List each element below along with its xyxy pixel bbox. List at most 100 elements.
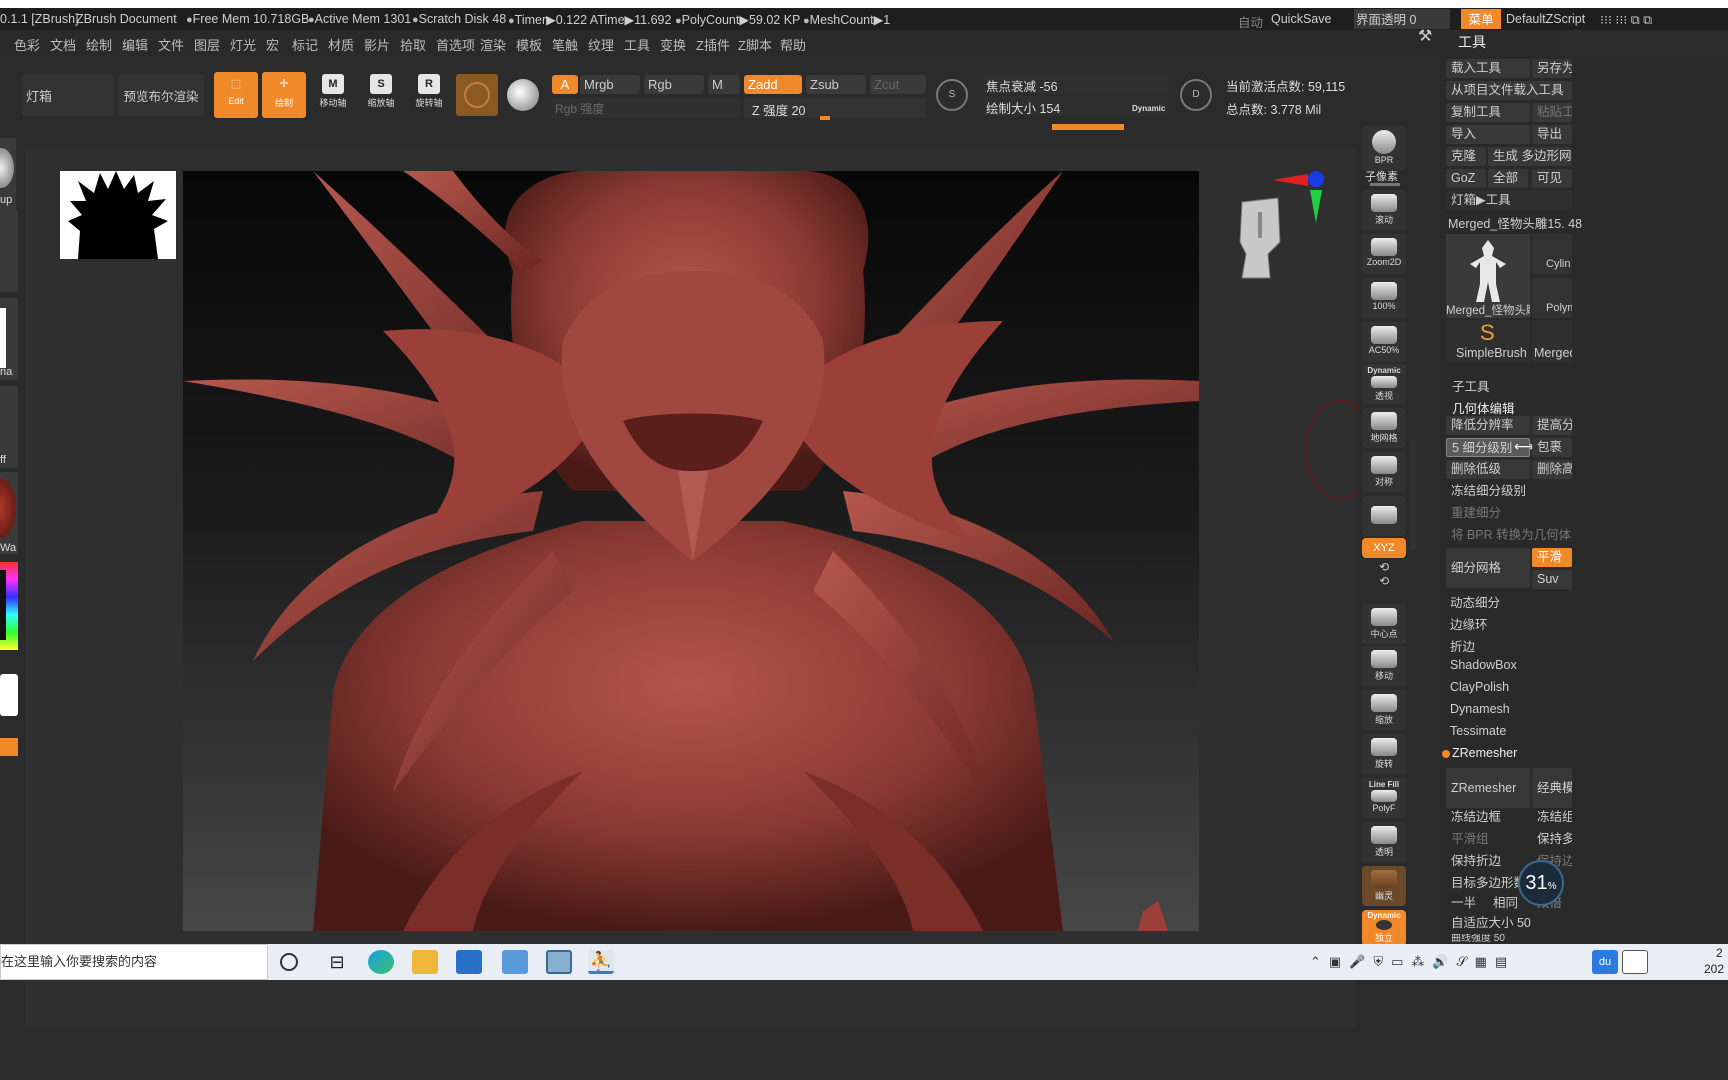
mail-icon[interactable] bbox=[456, 950, 482, 974]
tool-thumb-merged2[interactable]: Merged bbox=[1532, 320, 1572, 362]
zoom-view-button[interactable]: 缩放 bbox=[1362, 690, 1406, 730]
load-from-project-button[interactable]: 从项目文件载入工具 bbox=[1446, 81, 1572, 100]
delete-lower-button[interactable]: 删除低级 bbox=[1446, 460, 1530, 479]
freeze-groups-toggle[interactable]: 冻结组 bbox=[1532, 808, 1572, 827]
ime-icon[interactable] bbox=[1622, 950, 1648, 974]
mrgb-button[interactable]: Mrgb bbox=[580, 75, 640, 94]
menu-item[interactable]: 绘制 bbox=[86, 35, 112, 54]
a-button[interactable]: A bbox=[552, 75, 578, 94]
app-icon[interactable] bbox=[502, 950, 528, 974]
edit-button[interactable]: ⬚ Edit bbox=[214, 72, 258, 118]
quicksave-button[interactable]: QuickSave bbox=[1271, 12, 1331, 26]
delete-higher-button[interactable]: 删除高 bbox=[1532, 460, 1572, 479]
z-intensity-slider[interactable]: Z 强度 20 bbox=[744, 98, 926, 118]
menu-item[interactable]: 影片 bbox=[364, 35, 390, 54]
paste-tool-button[interactable]: 粘贴工具 bbox=[1532, 103, 1572, 122]
cage-button[interactable]: 包裹 bbox=[1532, 438, 1572, 457]
system-tray-icons[interactable]: ⌃▣🎤⛨▭⁂🔊𝒮▦▤ bbox=[1310, 954, 1515, 970]
freeze-subdivision-button[interactable]: 冻结细分级别 bbox=[1446, 482, 1572, 501]
brush-slot[interactable] bbox=[0, 138, 16, 220]
menu-item[interactable]: 编辑 bbox=[122, 35, 148, 54]
load-tool-button[interactable]: 载入工具 bbox=[1446, 59, 1530, 78]
copy-tool-button[interactable]: 复制工具 bbox=[1446, 103, 1530, 122]
preview-boolean-button[interactable]: 预览布尔渲染 bbox=[118, 74, 204, 116]
menu-item[interactable]: 材质 bbox=[328, 35, 354, 54]
file-explorer-icon[interactable] bbox=[412, 950, 438, 974]
make-polymesh-button[interactable]: 生成 多边形网格 bbox=[1488, 147, 1572, 166]
frame-button[interactable]: 中心点 bbox=[1362, 604, 1406, 644]
m-button[interactable]: M bbox=[708, 75, 740, 94]
geometry-header[interactable]: 几何体编辑 bbox=[1452, 398, 1515, 417]
tool-thumb-polymesh[interactable]: Polym bbox=[1532, 278, 1572, 318]
menu-item[interactable]: 标记 bbox=[292, 35, 318, 54]
goz-all-button[interactable]: 全部 bbox=[1488, 169, 1528, 188]
clone-button[interactable]: 克隆 bbox=[1446, 147, 1486, 166]
stroke-icon[interactable] bbox=[507, 79, 539, 111]
menu-item[interactable]: 文件 bbox=[158, 35, 184, 54]
task-view-icon[interactable]: ⊟ bbox=[324, 950, 350, 974]
menu-item[interactable]: 灯光 bbox=[230, 35, 256, 54]
rotate-button[interactable]: R 旋转轴 bbox=[406, 72, 452, 118]
main-color-swatch[interactable] bbox=[0, 674, 18, 716]
import-button[interactable]: 导入 bbox=[1446, 125, 1530, 144]
layout-icons[interactable]: ⁝⁝⁝ ⁝⁝⁝ ⧉ ⧉ bbox=[1600, 12, 1652, 28]
menu-item[interactable]: 首选项 bbox=[436, 35, 475, 54]
actual-size-button[interactable]: 100% bbox=[1362, 278, 1406, 318]
menu-item[interactable]: 变换 bbox=[660, 35, 686, 54]
rgb-button[interactable]: Rgb bbox=[644, 75, 704, 94]
menu-item[interactable]: 拾取 bbox=[400, 35, 426, 54]
smooth-toggle[interactable]: 平滑 bbox=[1532, 548, 1572, 567]
default-zscript[interactable]: DefaultZScript bbox=[1506, 12, 1585, 26]
keep-groups-toggle[interactable]: 保持多 bbox=[1532, 830, 1572, 849]
divide-button[interactable]: 细分网格 bbox=[1446, 548, 1530, 588]
tool-thumb-cylinder[interactable]: Cylin bbox=[1532, 234, 1572, 274]
menu-item[interactable]: 模板 bbox=[516, 35, 542, 54]
floor-grid-button[interactable]: 地网格 bbox=[1362, 408, 1406, 448]
zremesher-header[interactable]: ZRemesher bbox=[1452, 746, 1517, 760]
adaptive-size-slider[interactable]: 自适应大小 50 bbox=[1446, 914, 1572, 933]
photos-icon[interactable] bbox=[546, 950, 572, 974]
menu-item[interactable]: 工具 bbox=[624, 35, 650, 54]
goz-button[interactable]: GoZ bbox=[1446, 169, 1486, 188]
dynamic-subdiv-header[interactable]: 动态细分 bbox=[1450, 592, 1500, 611]
dynamic-toggle[interactable]: Dynamic bbox=[1132, 104, 1165, 113]
menu-item[interactable]: 宏 bbox=[266, 35, 279, 54]
taskbar-search-input[interactable]: 在这里输入你要搜索的内容 bbox=[0, 944, 268, 980]
zbrush-taskbar-icon[interactable]: ⛹ bbox=[588, 950, 614, 974]
lightbox-tool-button[interactable]: 灯箱▶工具 bbox=[1446, 191, 1572, 210]
tessimate-header[interactable]: Tessimate bbox=[1450, 724, 1506, 738]
switch-color-button[interactable] bbox=[0, 738, 18, 756]
save-as-button[interactable]: 另存为 bbox=[1532, 59, 1572, 78]
zremesher-button[interactable]: ZRemesher bbox=[1446, 768, 1530, 808]
menu-item[interactable]: 色彩 bbox=[14, 35, 40, 54]
keep-creases-toggle[interactable]: 保持折边 bbox=[1446, 852, 1530, 871]
menu-item[interactable]: 文档 bbox=[50, 35, 76, 54]
tool-thumb-simplebrush[interactable]: S SimpleBrush bbox=[1446, 320, 1530, 362]
material-swatch[interactable] bbox=[456, 74, 498, 116]
move-button[interactable]: M 移动轴 bbox=[310, 72, 356, 118]
suv-toggle[interactable]: Suv bbox=[1532, 570, 1572, 589]
symmetry-button[interactable]: 对称 bbox=[1362, 452, 1406, 492]
smooth-groups-slider[interactable]: 平滑组 bbox=[1446, 830, 1530, 849]
color-picker[interactable] bbox=[0, 562, 18, 650]
lower-res-button[interactable]: 降低分辨率 bbox=[1446, 416, 1530, 435]
scroll-button[interactable]: 滚动 bbox=[1362, 190, 1406, 230]
axis-gizmo[interactable] bbox=[1270, 168, 1330, 228]
rotate-view-button[interactable]: 旋转 bbox=[1362, 734, 1406, 774]
stroke-slot[interactable] bbox=[0, 210, 18, 292]
ghost-button[interactable]: 幽灵 bbox=[1362, 866, 1406, 906]
zoom2d-button[interactable]: Zoom2D bbox=[1362, 234, 1406, 274]
reconstruct-subdiv-button[interactable]: 重建细分 bbox=[1446, 504, 1572, 523]
bpr-button[interactable]: BPR bbox=[1362, 126, 1406, 170]
freeze-border-toggle[interactable]: 冻结边框 bbox=[1446, 808, 1530, 827]
zadd-button[interactable]: Zadd bbox=[744, 75, 802, 94]
export-button[interactable]: 导出 bbox=[1532, 125, 1572, 144]
menu-button[interactable]: 菜单 bbox=[1461, 9, 1501, 29]
dynamesh-header[interactable]: Dynamesh bbox=[1450, 702, 1510, 716]
menu-item[interactable]: Z插件 bbox=[696, 35, 730, 54]
perspective-button[interactable]: Dynamic 透视 bbox=[1362, 364, 1406, 404]
axis-rotate-icons[interactable]: ⟲ ⟲ bbox=[1374, 560, 1394, 600]
move-view-button[interactable]: 移动 bbox=[1362, 646, 1406, 686]
subpixel-slider[interactable] bbox=[1370, 183, 1400, 186]
claypolish-header[interactable]: ClayPolish bbox=[1450, 680, 1509, 694]
